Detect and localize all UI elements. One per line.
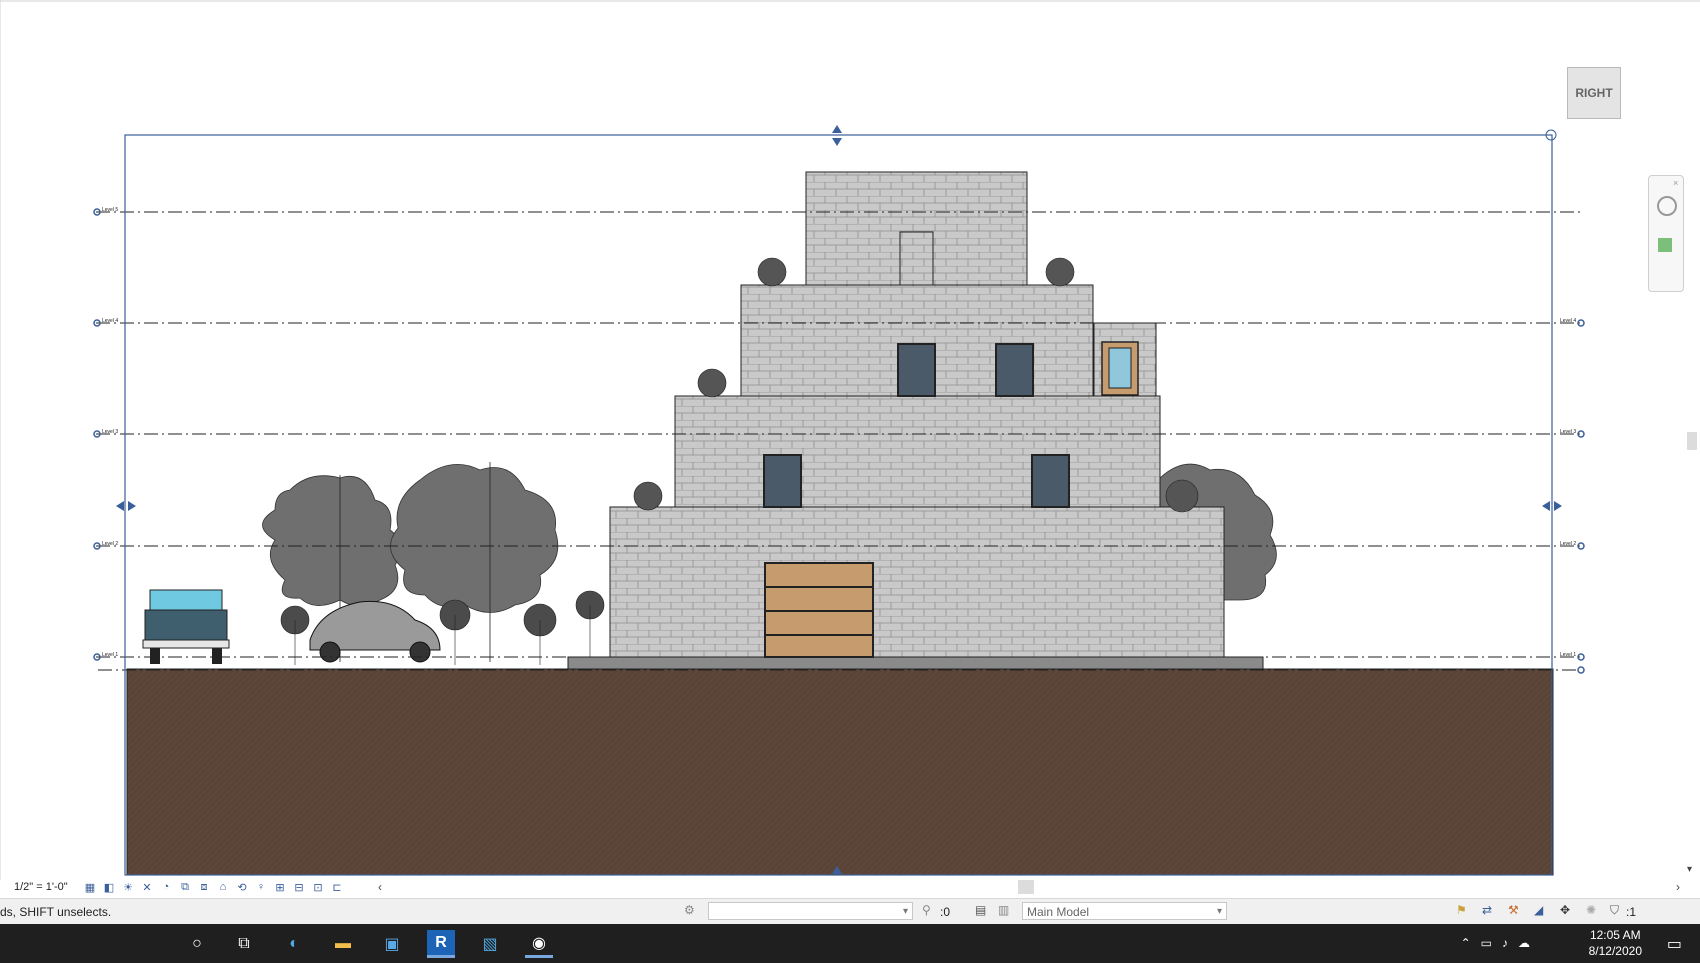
status-hint: ds, SHIFT unselects. bbox=[0, 905, 112, 919]
level-label: Level 2 bbox=[1560, 541, 1576, 547]
sun-path-icon[interactable]: ☀ bbox=[120, 879, 136, 895]
analytical-model-icon[interactable]: ⊡ bbox=[310, 879, 326, 895]
viewer-app-icon[interactable]: ◉ bbox=[525, 930, 553, 958]
chevron-up-icon[interactable]: ⌃ bbox=[1461, 936, 1471, 950]
temporary-hide-icon[interactable]: ⟲ bbox=[234, 879, 250, 895]
scroll-thumb[interactable] bbox=[1687, 432, 1697, 450]
parked-car bbox=[309, 600, 441, 663]
design-options-icon[interactable]: ⚲ bbox=[922, 903, 931, 917]
zoom-region-icon[interactable] bbox=[1658, 238, 1672, 252]
file-explorer-icon[interactable]: ▬ bbox=[329, 930, 357, 958]
lock-3d-icon[interactable]: ⌂ bbox=[215, 879, 231, 895]
building-tier-1 bbox=[609, 506, 1225, 658]
select-pinned-icon[interactable]: ⚒ bbox=[1508, 903, 1519, 917]
level-label: Level 1 bbox=[1560, 652, 1576, 658]
crop-view-icon[interactable]: ⧉ bbox=[177, 879, 193, 895]
select-underlay-icon[interactable]: ⇄ bbox=[1482, 903, 1492, 917]
notification-icon[interactable]: ▭ bbox=[1667, 934, 1682, 954]
highlight-displacement-icon[interactable]: ⊏ bbox=[329, 879, 345, 895]
reveal-hidden-icon[interactable]: ♀ bbox=[253, 879, 269, 895]
design-option-count: :0 bbox=[940, 905, 951, 919]
clock-date: 8/12/2020 bbox=[1588, 944, 1642, 958]
window bbox=[763, 454, 802, 508]
detail-level-icon[interactable]: ▦ bbox=[82, 879, 98, 895]
shadows-icon[interactable]: ✕ bbox=[139, 879, 155, 895]
navigation-bar[interactable]: × bbox=[1648, 175, 1684, 292]
filter-count: :1 bbox=[1626, 905, 1637, 919]
crop-grip-left[interactable] bbox=[116, 501, 136, 511]
filter-icon[interactable]: ⛉ bbox=[1610, 903, 1619, 918]
level-label: Level 2 bbox=[102, 541, 118, 547]
window bbox=[897, 343, 936, 397]
building-tier-4 bbox=[805, 171, 1028, 286]
network-icon[interactable]: ▭ bbox=[1481, 936, 1492, 950]
windows-taskbar: ○ ⧉ ◐ ▬ ▣ R ▧ ◉ ⌃ ▭ ♪ ☁ 12:05 AM 8/12/20… bbox=[0, 924, 1700, 963]
close-icon[interactable]: × bbox=[1673, 178, 1678, 188]
scroll-left-icon[interactable]: ‹ bbox=[378, 880, 382, 894]
garage-door bbox=[764, 562, 874, 658]
store-icon[interactable]: ▣ bbox=[378, 930, 406, 958]
photos-app-icon[interactable]: ▧ bbox=[476, 930, 504, 958]
visual-style-icon[interactable]: ◧ bbox=[101, 879, 117, 895]
level-label: Level 4 bbox=[1560, 318, 1576, 324]
select-by-face-icon[interactable]: ◢ bbox=[1534, 903, 1543, 917]
search-icon[interactable]: ○ bbox=[183, 930, 211, 958]
level-label: Level 5 bbox=[102, 207, 118, 213]
steering-wheel-icon[interactable] bbox=[1657, 196, 1677, 216]
model-selector-dropdown[interactable]: Main Model ▾ bbox=[1022, 902, 1227, 920]
status-bar: ds, SHIFT unselects. ⚙ ▾ ⚲ :0 ▤ ▥ Main M… bbox=[0, 898, 1700, 925]
elevation-view-canvas[interactable]: Level 5 Level 4 Level 3 Level 2 Level 1 … bbox=[0, 0, 1700, 963]
edge-browser-icon[interactable]: ◐ bbox=[280, 930, 308, 958]
horizontal-scrollbar[interactable]: ‹ › bbox=[378, 880, 1680, 894]
level-heads-right[interactable] bbox=[1577, 319, 1585, 674]
ground-section bbox=[126, 668, 1554, 876]
level-label: Level 1 bbox=[102, 652, 118, 658]
system-clock[interactable]: 12:05 AM 8/12/2020 bbox=[1589, 927, 1642, 959]
window bbox=[1031, 454, 1070, 508]
editable-only-icon[interactable]: ▤ bbox=[975, 903, 986, 917]
view-control-bar: ▦ ◧ ☀ ✕ ◔ ⧉ ⧈ ⌂ ⟲ ♀ ⊞ ⊟ ⊡ ⊏ bbox=[82, 878, 345, 896]
show-crop-icon[interactable]: ⧈ bbox=[196, 879, 212, 895]
select-links-icon[interactable]: ⚑ bbox=[1456, 903, 1467, 917]
chevron-down-icon: ▾ bbox=[1216, 906, 1222, 917]
chevron-down-icon: ▾ bbox=[902, 906, 908, 917]
foundation-slab bbox=[567, 656, 1264, 670]
render-icon[interactable]: ◔ bbox=[158, 879, 174, 895]
level-label: Level 3 bbox=[102, 429, 118, 435]
onedrive-icon[interactable]: ☁ bbox=[1518, 936, 1530, 950]
scroll-down-icon[interactable]: ▾ bbox=[1687, 864, 1692, 875]
workset-dropdown[interactable]: ▾ bbox=[708, 902, 913, 920]
parked-van bbox=[142, 589, 230, 664]
vertical-scrollbar[interactable]: ▾ bbox=[1685, 0, 1700, 880]
view-scale[interactable]: 1/2" = 1'-0" bbox=[14, 881, 68, 893]
drag-elements-icon[interactable]: ✥ bbox=[1560, 903, 1570, 917]
window bbox=[995, 343, 1034, 397]
system-tray: ⌃ ▭ ♪ ☁ bbox=[1461, 936, 1530, 950]
task-view-icon[interactable]: ⧉ bbox=[230, 930, 258, 958]
level-label: Level 3 bbox=[1560, 429, 1576, 435]
clock-time: 12:05 AM bbox=[1589, 928, 1641, 942]
background-processes-icon[interactable]: ✺ bbox=[1586, 903, 1596, 917]
volume-icon[interactable]: ♪ bbox=[1502, 936, 1508, 950]
building-tier-2 bbox=[674, 395, 1161, 508]
viewcube[interactable]: RIGHT bbox=[1567, 67, 1621, 119]
scroll-right-icon[interactable]: › bbox=[1676, 880, 1680, 894]
exclude-options-icon[interactable]: ▥ bbox=[998, 903, 1009, 917]
scroll-thumb[interactable] bbox=[1018, 880, 1034, 894]
revit-app-icon[interactable]: R bbox=[427, 930, 455, 958]
door-glass bbox=[1108, 347, 1132, 389]
worksharing-display-icon[interactable]: ⊟ bbox=[291, 879, 307, 895]
worksets-icon[interactable]: ⚙ bbox=[684, 903, 695, 917]
temporary-properties-icon[interactable]: ⊞ bbox=[272, 879, 288, 895]
level-label: Level 4 bbox=[102, 318, 118, 324]
